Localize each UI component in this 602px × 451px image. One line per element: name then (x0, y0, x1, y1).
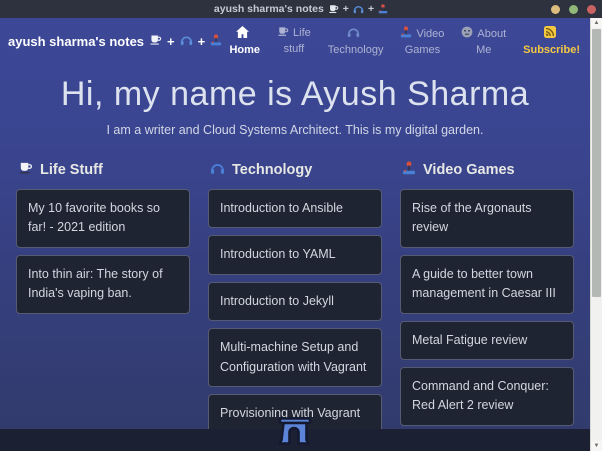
coffee-icon (328, 4, 339, 14)
coffee-icon (149, 34, 162, 49)
section-header-life-stuff: Life Stuff (16, 161, 190, 179)
window-title: ayush sharma's notes + + (214, 4, 388, 15)
nav-item-home[interactable]: Home (229, 25, 260, 58)
maximize-button[interactable] (569, 5, 578, 14)
hero-section: Hi, my name is Ayush Sharma I am a write… (0, 65, 590, 137)
minimize-button[interactable] (551, 5, 560, 14)
headphones-icon (210, 161, 225, 179)
plus-separator: + (167, 34, 175, 49)
column-technology: Technology Introduction to Ansible Intro… (208, 161, 382, 451)
nav-links: Home Life stuff Technology Video Games A… (229, 25, 580, 58)
section-header-technology: Technology (208, 161, 382, 179)
rss-icon (543, 25, 556, 43)
page-title: Hi, my name is Ayush Sharma (60, 75, 530, 113)
close-button[interactable] (587, 5, 596, 14)
content-columns: Life Stuff My 10 favorite books so far! … (0, 161, 590, 451)
headphones-icon (347, 26, 360, 43)
column-video-games: Video Games Rise of the Argonauts review… (400, 161, 574, 451)
plus-separator: + (367, 2, 375, 15)
plus-separator: + (197, 34, 206, 49)
post-card[interactable]: Multi-machine Setup and Configuration wi… (208, 328, 382, 387)
site-navbar: ayush sharma's notes + + Home Life stuff (0, 18, 590, 65)
post-card[interactable]: Introduction to Ansible (208, 189, 382, 229)
joystick-icon (402, 161, 416, 179)
window-title-text: ayush sharma's notes (213, 2, 324, 15)
window-controls (551, 5, 596, 14)
page-content: ayush sharma's notes + + Home Life stuff (0, 18, 590, 451)
nav-item-technology[interactable]: Technology (328, 26, 383, 58)
post-card[interactable]: My 10 favorite books so far! - 2021 edit… (16, 189, 190, 248)
arch-logo-icon (275, 416, 315, 446)
column-life-stuff: Life Stuff My 10 favorite books so far! … (16, 161, 190, 451)
joystick-icon (210, 34, 222, 49)
home-icon (236, 25, 250, 43)
post-card[interactable]: Into thin air: The story of India's vapi… (16, 254, 190, 314)
section-header-video-games: Video Games (400, 161, 574, 179)
titlebar[interactable]: ayush sharma's notes + + (0, 0, 602, 18)
scrollbar-thumb[interactable] (592, 29, 601, 297)
coffee-icon (18, 161, 33, 179)
headphones-icon (353, 4, 364, 14)
post-card[interactable]: Introduction to YAML (208, 235, 382, 275)
nav-item-about-me[interactable]: About Me (461, 26, 506, 58)
nav-item-subscribe[interactable]: Subscribe! (523, 25, 580, 58)
nav-item-video-games[interactable]: Video Games (400, 26, 444, 58)
joystick-icon (400, 26, 412, 43)
headphones-icon (180, 34, 193, 49)
face-icon (461, 26, 473, 43)
joystick-icon (378, 4, 388, 14)
browser-window: ayush sharma's notes + + ayush sharma's … (0, 0, 602, 451)
scroll-down-button[interactable]: ▼ (591, 441, 602, 451)
scroll-up-button[interactable]: ▲ (591, 18, 602, 28)
browser-viewport: ayush sharma's notes + + Home Life stuff (0, 18, 602, 451)
post-card[interactable]: Metal Fatigue review (400, 320, 574, 360)
coffee-icon (277, 26, 289, 42)
vertical-scrollbar[interactable]: ▲ ▼ (590, 18, 602, 451)
site-title-text: ayush sharma's notes (8, 34, 145, 49)
nav-item-life-stuff[interactable]: Life stuff (277, 26, 311, 57)
post-card[interactable]: Rise of the Argonauts review (400, 189, 574, 248)
page-subtitle: I am a writer and Cloud Systems Architec… (106, 123, 484, 137)
post-card[interactable]: Command and Conquer: Red Alert 2 review (400, 366, 574, 426)
site-title-link[interactable]: ayush sharma's notes + + (8, 34, 222, 49)
plus-separator: + (342, 2, 349, 15)
post-card[interactable]: A guide to better town management in Cae… (400, 254, 574, 314)
post-card[interactable]: Introduction to Jekyll (208, 281, 382, 322)
